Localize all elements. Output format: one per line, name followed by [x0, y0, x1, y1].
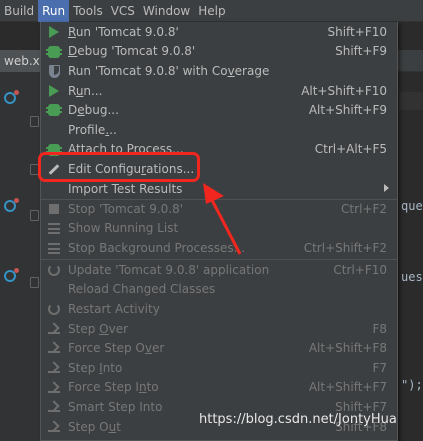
annotation-arrow-icon	[203, 183, 242, 255]
watermark-text: https://blog.csdn.net/JontyHua	[199, 412, 397, 427]
